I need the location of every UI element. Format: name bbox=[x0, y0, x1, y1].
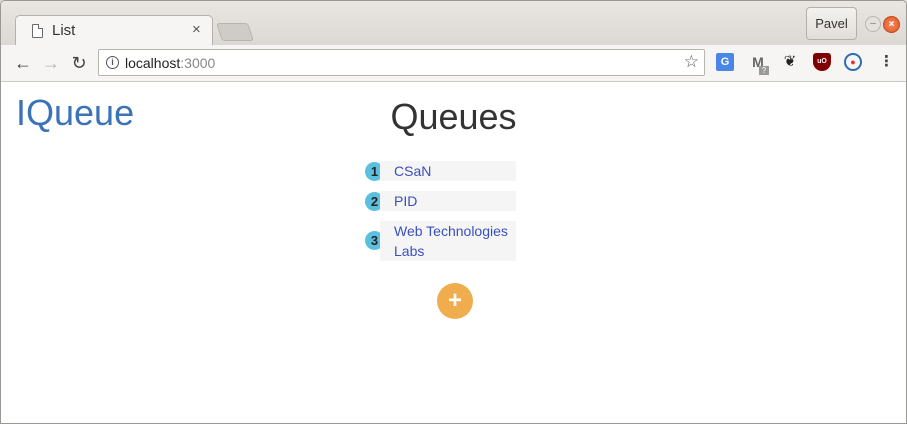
window-close-icon[interactable]: × bbox=[883, 16, 900, 33]
queue-item: 2 PID bbox=[365, 191, 531, 211]
mail-badge: ? bbox=[759, 66, 769, 75]
url-host: localhost bbox=[125, 55, 181, 71]
url-text[interactable]: localhost:3000 bbox=[125, 55, 215, 71]
ring-extension-icon[interactable]: ● bbox=[844, 53, 862, 71]
page-title: Queues bbox=[390, 96, 517, 137]
back-arrow-icon[interactable]: ← bbox=[11, 51, 35, 75]
ublock-icon[interactable]: uO bbox=[813, 53, 831, 71]
reload-icon[interactable]: ↻ bbox=[67, 51, 91, 75]
queue-link[interactable]: Web Technologies Labs bbox=[380, 221, 516, 261]
browser-menu-icon[interactable]: ⋮ bbox=[879, 53, 894, 71]
tab-close-icon[interactable]: × bbox=[192, 21, 201, 38]
queue-item: 1 CSaN bbox=[365, 161, 531, 181]
tab-list[interactable]: List × bbox=[15, 15, 213, 46]
bookmark-star-icon[interactable]: ☆ bbox=[684, 52, 699, 72]
browser-toolbar: ← → ↻ i localhost:3000 ☆ bbox=[1, 45, 906, 82]
page-content: IQueue Queues 1 CSaN 2 PID 3 Web Technol… bbox=[1, 82, 906, 423]
tab-strip: List × Pavel – × bbox=[1, 1, 906, 46]
address-bar[interactable]: i localhost:3000 ☆ bbox=[98, 49, 705, 76]
minimize-icon[interactable]: – bbox=[865, 16, 881, 32]
gnome-icon[interactable]: ❦ bbox=[781, 53, 799, 71]
google-translate-icon[interactable]: G bbox=[716, 53, 734, 71]
queue-item: 3 Web Technologies Labs bbox=[365, 221, 531, 261]
new-tab-button[interactable] bbox=[216, 23, 254, 41]
info-icon[interactable]: i bbox=[106, 56, 119, 69]
url-port: :3000 bbox=[180, 55, 216, 71]
tab-title: List bbox=[52, 22, 76, 39]
profile-button[interactable]: Pavel bbox=[806, 7, 857, 40]
queue-link[interactable]: CSaN bbox=[380, 161, 516, 181]
add-queue-button[interactable]: + bbox=[437, 283, 473, 319]
queue-link[interactable]: PID bbox=[380, 191, 516, 211]
browser-window: List × Pavel – × ← → ↻ i localhost:3000 … bbox=[0, 0, 907, 424]
forward-arrow-icon[interactable]: → bbox=[39, 51, 63, 75]
document-icon bbox=[32, 24, 43, 38]
